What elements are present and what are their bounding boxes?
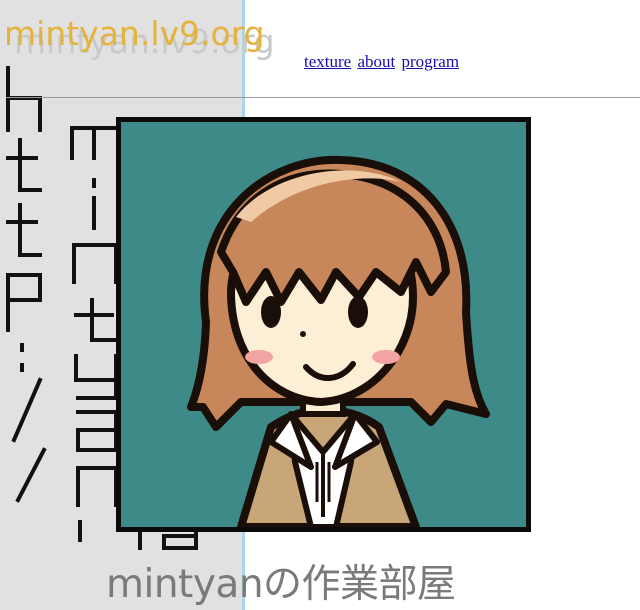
nav-link-program[interactable]: program	[401, 52, 459, 71]
avatar-image	[116, 117, 531, 532]
nav-link-texture[interactable]: texture	[304, 52, 351, 71]
decor-column-1	[6, 66, 47, 503]
site-subtitle: mintyanの作業部屋	[106, 562, 456, 607]
girl-avatar-illustration	[121, 122, 526, 527]
site-logo-text: mintyan.lv9.org	[4, 14, 265, 53]
header-divider	[6, 97, 640, 98]
site-logo[interactable]: mintyan.lv9.org mintyan.lv9.org	[4, 14, 304, 64]
nav-link-about[interactable]: about	[357, 52, 395, 71]
main-nav: texture about program	[304, 52, 461, 72]
